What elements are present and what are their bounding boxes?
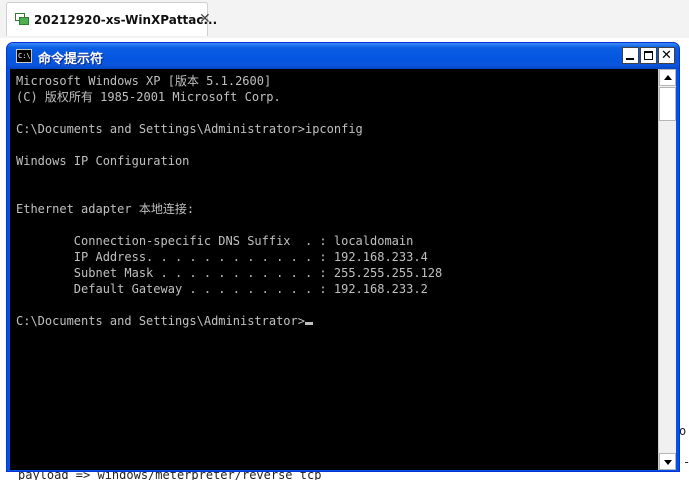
vm-icon bbox=[15, 13, 29, 25]
arrow-down-icon bbox=[664, 460, 672, 465]
console-line: (C) 版权所有 1985-2001 Microsoft Corp. bbox=[16, 90, 281, 104]
title-bar[interactable]: C:\ 命令提示符 ✕ bbox=[7, 43, 679, 69]
console-line: IP Address. . . . . . . . . . . . : 192.… bbox=[16, 250, 428, 264]
prompt-line: C:\Documents and Settings\Administrator> bbox=[16, 313, 313, 329]
minimize-icon bbox=[626, 58, 634, 60]
maximize-icon bbox=[644, 51, 653, 60]
vm-tab-close-icon[interactable]: ✕ bbox=[199, 11, 211, 27]
background-right-text-2: - bbox=[683, 455, 689, 469]
console-line: Connection-specific DNS Suffix . : local… bbox=[16, 234, 414, 248]
text-cursor bbox=[304, 322, 313, 325]
window-title: 命令提示符 bbox=[38, 52, 104, 67]
console-line: C:\Documents and Settings\Administrator>… bbox=[16, 122, 363, 136]
console-output[interactable]: Microsoft Windows XP [版本 5.1.2600] (C) 版… bbox=[10, 69, 658, 470]
command-prompt-window: C:\ 命令提示符 ✕ Microsoft Windows XP [版本 5.1… bbox=[6, 42, 680, 472]
arrow-up-icon bbox=[664, 75, 672, 80]
vertical-scrollbar[interactable] bbox=[658, 69, 676, 470]
maximize-button[interactable] bbox=[640, 47, 657, 64]
scroll-up-button[interactable] bbox=[659, 69, 676, 86]
console-line: Default Gateway . . . . . . . . . : 192.… bbox=[16, 282, 428, 296]
close-icon: ✕ bbox=[661, 48, 672, 63]
background-right-text: o bbox=[679, 424, 687, 438]
vm-tab-title: 20212920-xs-WinXPattac... bbox=[34, 13, 218, 27]
console-icon[interactable]: C:\ bbox=[16, 49, 32, 63]
close-button[interactable]: ✕ bbox=[658, 47, 675, 64]
console-line: Ethernet adapter 本地连接: bbox=[16, 202, 195, 216]
prompt-text: C:\Documents and Settings\Administrator> bbox=[16, 314, 305, 328]
console-line: Microsoft Windows XP [版本 5.1.2600] bbox=[16, 74, 272, 88]
console-line: Subnet Mask . . . . . . . . . . . : 255.… bbox=[16, 266, 443, 280]
minimize-button[interactable] bbox=[622, 47, 639, 64]
scroll-thumb[interactable] bbox=[659, 87, 676, 121]
vm-tab-bar: 20212920-xs-WinXPattac... ✕ bbox=[0, 0, 689, 39]
console-line: Windows IP Configuration bbox=[16, 154, 190, 168]
scroll-down-button[interactable] bbox=[659, 453, 676, 470]
vm-tab[interactable]: 20212920-xs-WinXPattac... ✕ bbox=[6, 2, 217, 36]
